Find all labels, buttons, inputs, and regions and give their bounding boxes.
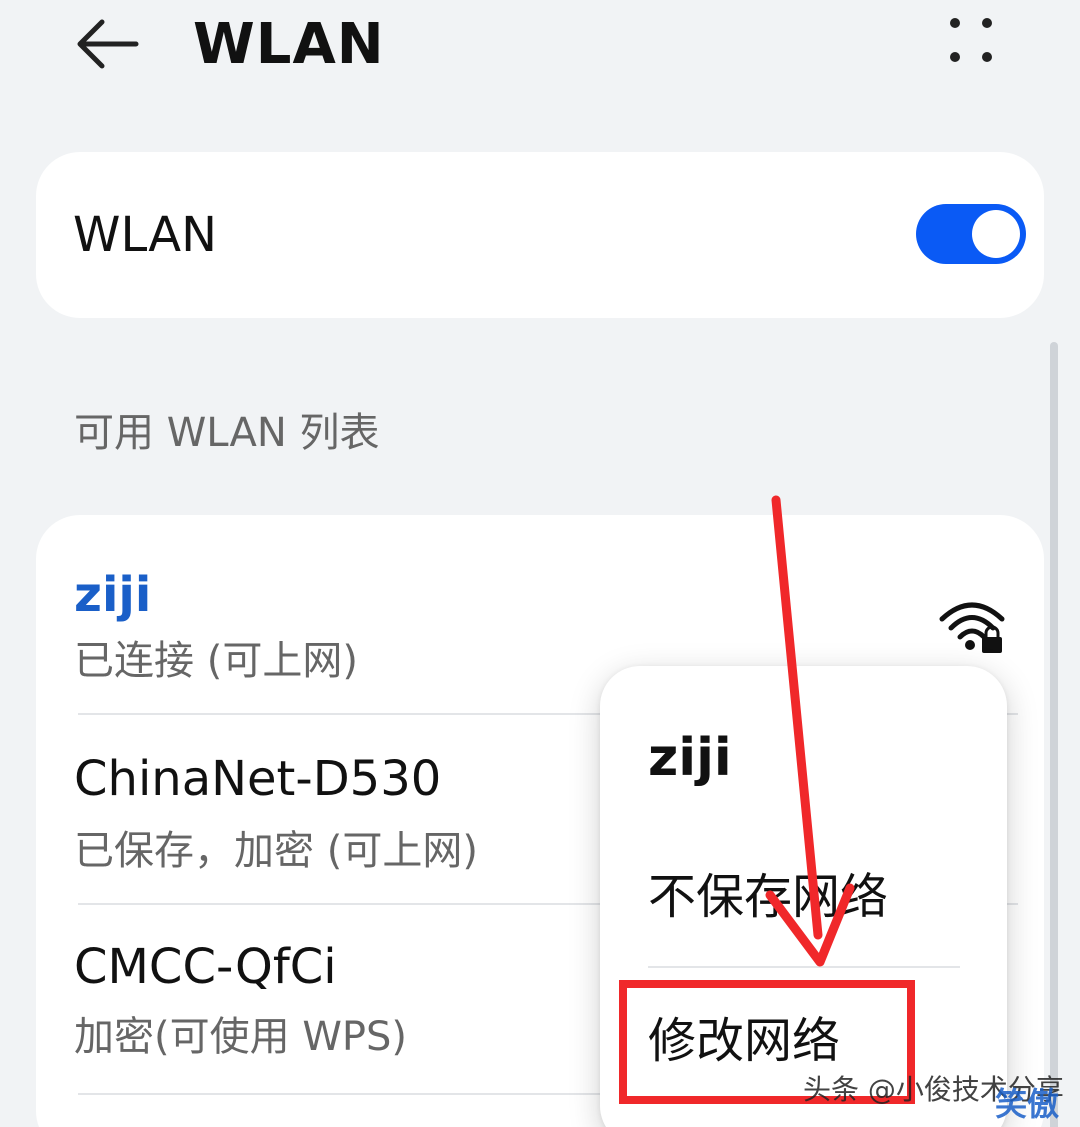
back-arrow-icon[interactable] — [72, 14, 142, 74]
network-status: 加密(可使用 WPS) — [74, 1014, 407, 1060]
page-title: WLAN — [193, 12, 385, 77]
wlan-toggle-label: WLAN — [73, 207, 218, 263]
forget-network-option[interactable]: 不保存网络 — [648, 862, 888, 932]
network-status: 已连接 (可上网) — [74, 638, 358, 684]
more-dots-icon[interactable] — [940, 14, 1000, 74]
scrollbar[interactable] — [1050, 342, 1058, 1127]
network-name: CMCC-QfCi — [74, 939, 337, 995]
network-name: ChinaNet-D530 — [74, 751, 442, 807]
watermark-logo: 笑傲网 — [995, 1085, 1060, 1127]
wifi-lock-icon — [938, 595, 1008, 655]
wlan-toggle-card: WLAN — [36, 152, 1044, 318]
divider — [648, 966, 960, 968]
switch-knob — [972, 210, 1020, 258]
available-networks-heading: 可用 WLAN 列表 — [74, 410, 380, 456]
network-name: ziji — [74, 567, 152, 623]
network-status: 已保存，加密 (可上网) — [74, 828, 478, 874]
context-menu-title: ziji — [648, 728, 732, 788]
wlan-switch[interactable] — [916, 204, 1026, 264]
wlan-settings-screen: WLAN WLAN 可用 WLAN 列表 ziji 已连接 (可上网) Chin… — [0, 0, 1080, 1127]
